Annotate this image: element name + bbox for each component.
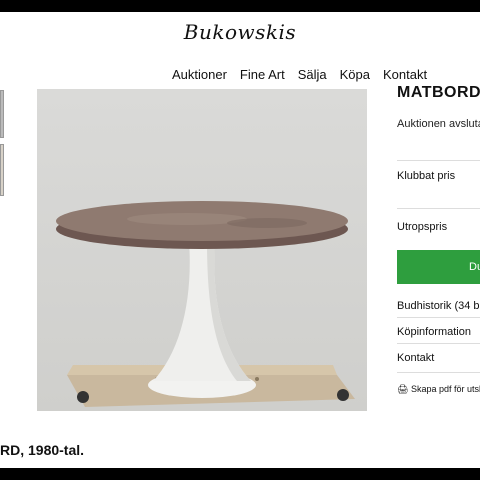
- pdf-link[interactable]: 🖨 Skapa pdf för utsk: [397, 384, 480, 395]
- bid-button[interactable]: Du: [397, 250, 480, 284]
- nav-item-auktioner[interactable]: Auktioner: [172, 67, 227, 82]
- purchase-info-link[interactable]: Köpinformation: [397, 326, 480, 338]
- object-title: MATBORD,: [397, 84, 480, 101]
- product-image[interactable]: [37, 89, 367, 411]
- divider: [397, 208, 480, 209]
- table-illustration: [37, 89, 367, 411]
- starting-price-label: Utropspris: [397, 221, 448, 233]
- bid-history-link[interactable]: Budhistorik (34 bu: [397, 300, 480, 312]
- thumbnail-1[interactable]: [0, 90, 4, 138]
- divider: [397, 317, 480, 318]
- product-details: MATBORD, Auktionen avsluta Klubbat pris …: [397, 12, 480, 468]
- divider: [397, 160, 480, 161]
- printer-icon: 🖨: [397, 384, 409, 394]
- nav-item-fine-art[interactable]: Fine Art: [240, 67, 285, 82]
- hammer-price-label: Klubbat pris: [397, 170, 456, 182]
- nav-item-salja[interactable]: Sälja: [298, 67, 327, 82]
- thumbnail-2[interactable]: [0, 144, 4, 196]
- divider: [397, 343, 480, 344]
- divider: [397, 372, 480, 373]
- nav-item-kopa[interactable]: Köpa: [340, 67, 370, 82]
- page: Bukowskis Auktioner Fine Art Sälja Köpa …: [0, 12, 480, 468]
- pdf-link-label: Skapa pdf för utsk: [410, 384, 480, 394]
- contact-link[interactable]: Kontakt: [397, 352, 480, 364]
- object-caption: RD, 1980-tal.: [0, 442, 85, 458]
- auction-status: Auktionen avsluta: [397, 118, 480, 130]
